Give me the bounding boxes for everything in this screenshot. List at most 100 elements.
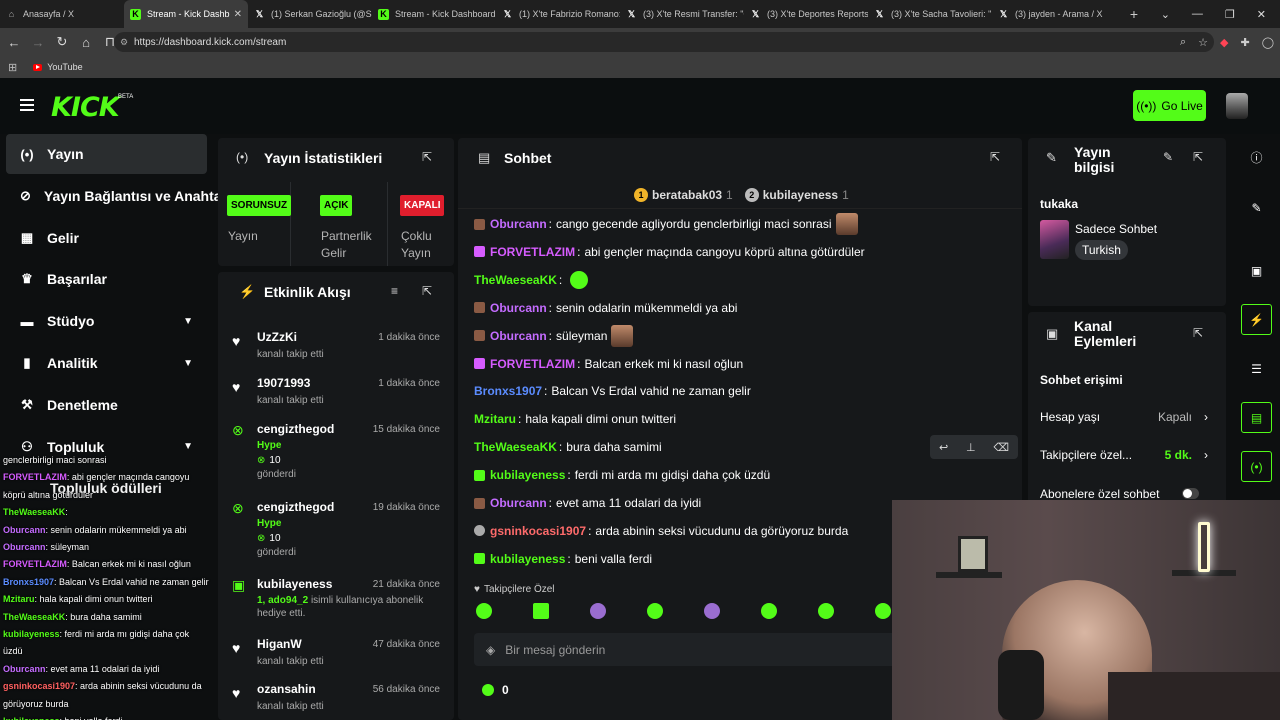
maximize-icon[interactable]: ❐ <box>1225 8 1235 21</box>
apps-grid-icon[interactable]: ⊞ <box>8 61 17 74</box>
extensions-icon[interactable]: ✚ <box>1240 36 1249 49</box>
browser-tab[interactable]: 𝕏 (3) X'te Sacha Tavolieri: " <box>868 0 992 28</box>
edit-pencil-icon[interactable]: ✎ <box>1241 192 1272 223</box>
browser-tab[interactable]: 𝕏 (1) Serkan Gazioğlu (@Se <box>248 0 372 28</box>
bookmark-youtube[interactable]: YouTube <box>33 62 83 72</box>
sidebar-item[interactable]: ⊘ Yayın Bağlantısı ve Anahtar <box>6 176 227 216</box>
chat-message[interactable]: Oburcann: senin odalarin mükemmeldi ya ab… <box>474 297 737 319</box>
chat-access-row[interactable]: Hesap yaşı Kapalı › <box>1040 410 1210 424</box>
go-live-button[interactable]: ((•)) Go Live <box>1133 90 1206 121</box>
chat-username[interactable]: kubilayeness <box>490 552 565 566</box>
chat-message[interactable]: Oburcann: evet ama 11 odalari da iyidi <box>474 492 701 514</box>
chat-username[interactable]: Oburcann <box>490 301 547 315</box>
close-tab-icon[interactable]: ✕ <box>234 9 242 20</box>
profile-icon[interactable]: ◯ <box>1262 36 1274 49</box>
emote-icon[interactable] <box>875 603 891 619</box>
emote-icon[interactable] <box>476 603 492 619</box>
browser-tab[interactable]: K Stream - Kick Dashb ✕ <box>124 0 248 28</box>
emote-icon[interactable] <box>818 603 834 619</box>
url-field[interactable]: ⚙ https://dashboard.kick.com/stream <box>114 32 1214 52</box>
chat-username[interactable]: Oburcann <box>490 217 547 231</box>
sidebar-item[interactable]: (•) Yayın <box>6 134 207 174</box>
chat-username[interactable]: Oburcann <box>490 329 547 343</box>
reload-icon[interactable]: ↻ <box>52 34 72 50</box>
filter-icon[interactable]: ≡ <box>391 284 398 298</box>
browser-tab[interactable]: 𝕏 (1) X'te Fabrizio Romano: <box>496 0 620 28</box>
chat-message[interactable]: Oburcann: cango gecende agliyordu gencler… <box>474 213 858 235</box>
list-icon[interactable]: ☰ <box>1241 353 1272 384</box>
sidebar-item[interactable]: ▬ Stüdyo ▼ <box>6 301 207 341</box>
delete-icon[interactable]: ⌫ <box>994 441 1010 454</box>
back-icon[interactable]: ← <box>4 35 24 50</box>
sidebar-item[interactable]: ♛ Başarılar <box>6 259 207 299</box>
chat-username[interactable]: FORVETLAZIM <box>490 357 575 371</box>
pin-icon[interactable]: ⊥ <box>966 441 976 454</box>
chat-username[interactable]: TheWaeseaKK <box>474 273 557 287</box>
go-live-label: Go Live <box>1161 98 1203 113</box>
browser-tab[interactable]: K Stream - Kick Dashboard <box>372 0 496 28</box>
emote-icon[interactable] <box>647 603 663 619</box>
emote-icon[interactable] <box>590 603 606 619</box>
info-icon[interactable]: ⓘ <box>1241 142 1272 173</box>
chat-username[interactable]: Bronxs1907 <box>474 384 542 398</box>
chat-message[interactable]: kubilayeness: beni valla ferdi <box>474 548 652 570</box>
menu-icon[interactable] <box>20 99 34 111</box>
lightning-icon[interactable]: ⚡ <box>1241 304 1272 335</box>
chat-toggle-icon[interactable]: ▤ <box>1241 402 1272 433</box>
sidebar-item[interactable]: ⚒ Denetleme <box>6 385 207 425</box>
top-gifter[interactable]: 1 beratabak03 1 <box>634 188 733 202</box>
chat-username[interactable]: kubilayeness <box>490 468 565 482</box>
sidebar-item[interactable]: ▮ Analitik ▼ <box>6 343 207 383</box>
browser-tab[interactable]: ⌂ Anasayfa / X <box>0 0 124 28</box>
popout-icon[interactable]: ⇱ <box>1193 150 1203 164</box>
sub-only-toggle[interactable] <box>1182 488 1199 499</box>
user-avatar[interactable] <box>1226 93 1248 119</box>
chat-message[interactable]: FORVETLAZIM: Balcan erkek mi ki nasıl oğl… <box>474 353 743 375</box>
sidebar-item[interactable]: ▦ Gelir <box>6 218 207 258</box>
forward-icon[interactable]: → <box>28 35 48 50</box>
edit-icon[interactable]: ✎ <box>1163 150 1173 164</box>
kick-logo[interactable]: KICK <box>51 92 120 123</box>
brave-icon[interactable]: ◆ <box>1220 36 1228 49</box>
chat-message[interactable]: TheWaeseaKK: <box>474 269 589 291</box>
popout-icon[interactable]: ⇱ <box>990 150 1000 164</box>
chat-message[interactable]: TheWaeseaKK: bura daha samimi <box>474 436 662 458</box>
chat-username[interactable]: Oburcann <box>490 496 547 510</box>
category-name[interactable]: Sadece Sohbet <box>1075 222 1157 236</box>
broadcast-toggle-icon[interactable]: (•) <box>1241 451 1272 482</box>
site-info-icon[interactable]: ⚙ <box>120 37 128 48</box>
category-thumbnail[interactable] <box>1040 220 1069 259</box>
chat-message[interactable]: kubilayeness: ferdi mi arda mı gidişi dah… <box>474 464 770 486</box>
browser-tab[interactable]: 𝕏 (3) X'te Resmi Transfer: "C <box>620 0 744 28</box>
chat-input[interactable]: ◈ Bir mesaj gönderin <box>474 633 914 666</box>
popout-icon[interactable]: ⇱ <box>1193 326 1203 340</box>
new-tab-icon[interactable]: + <box>1124 6 1144 22</box>
emote-icon[interactable] <box>761 603 777 619</box>
star-icon[interactable]: ☆ <box>1198 36 1208 49</box>
chat-username[interactable]: FORVETLAZIM <box>490 245 575 259</box>
top-gifter[interactable]: 2 kubilayeness 1 <box>744 188 849 202</box>
popout-icon[interactable]: ⇱ <box>422 284 432 298</box>
chat-message[interactable]: Bronxs1907: Balcan Vs Erdal vahid ne zama… <box>474 380 751 402</box>
home-icon[interactable]: ⌂ <box>76 35 96 50</box>
browser-tab[interactable]: 𝕏 (3) X'te Deportes Reports: <box>744 0 868 28</box>
browser-tab[interactable]: 𝕏 (3) jayden - Arama / X <box>992 0 1116 28</box>
zoom-icon[interactable]: ⌕ <box>1180 36 1186 49</box>
close-window-icon[interactable]: ✕ <box>1257 8 1266 21</box>
chat-username[interactable]: gsninkocasi1907 <box>490 524 586 538</box>
chat-username[interactable]: Mzitaru <box>474 412 516 426</box>
popout-icon[interactable]: ⇱ <box>422 150 432 164</box>
emote-icon[interactable] <box>704 603 720 619</box>
reply-icon[interactable]: ↩ <box>939 441 948 454</box>
kicks-balance[interactable]: 0 <box>482 683 509 697</box>
chat-message[interactable]: Oburcann: süleyman <box>474 324 634 347</box>
tab-search-icon[interactable]: ⌄ <box>1161 8 1170 21</box>
chat-access-row[interactable]: Takipçilere özel... 5 dk. › <box>1040 448 1210 462</box>
chat-message[interactable]: gsninkocasi1907: arda abinin seksi vücudu… <box>474 520 848 542</box>
chat-message[interactable]: Mzitaru: hala kapali dimi onun twitteri <box>474 408 676 430</box>
emote-icon[interactable] <box>533 603 549 619</box>
minimize-icon[interactable]: — <box>1192 8 1203 20</box>
chat-username[interactable]: TheWaeseaKK <box>474 440 557 454</box>
chat-message[interactable]: FORVETLAZIM: abi gençler maçında cangoyu … <box>474 241 865 263</box>
video-icon[interactable]: ▣ <box>1241 255 1272 286</box>
